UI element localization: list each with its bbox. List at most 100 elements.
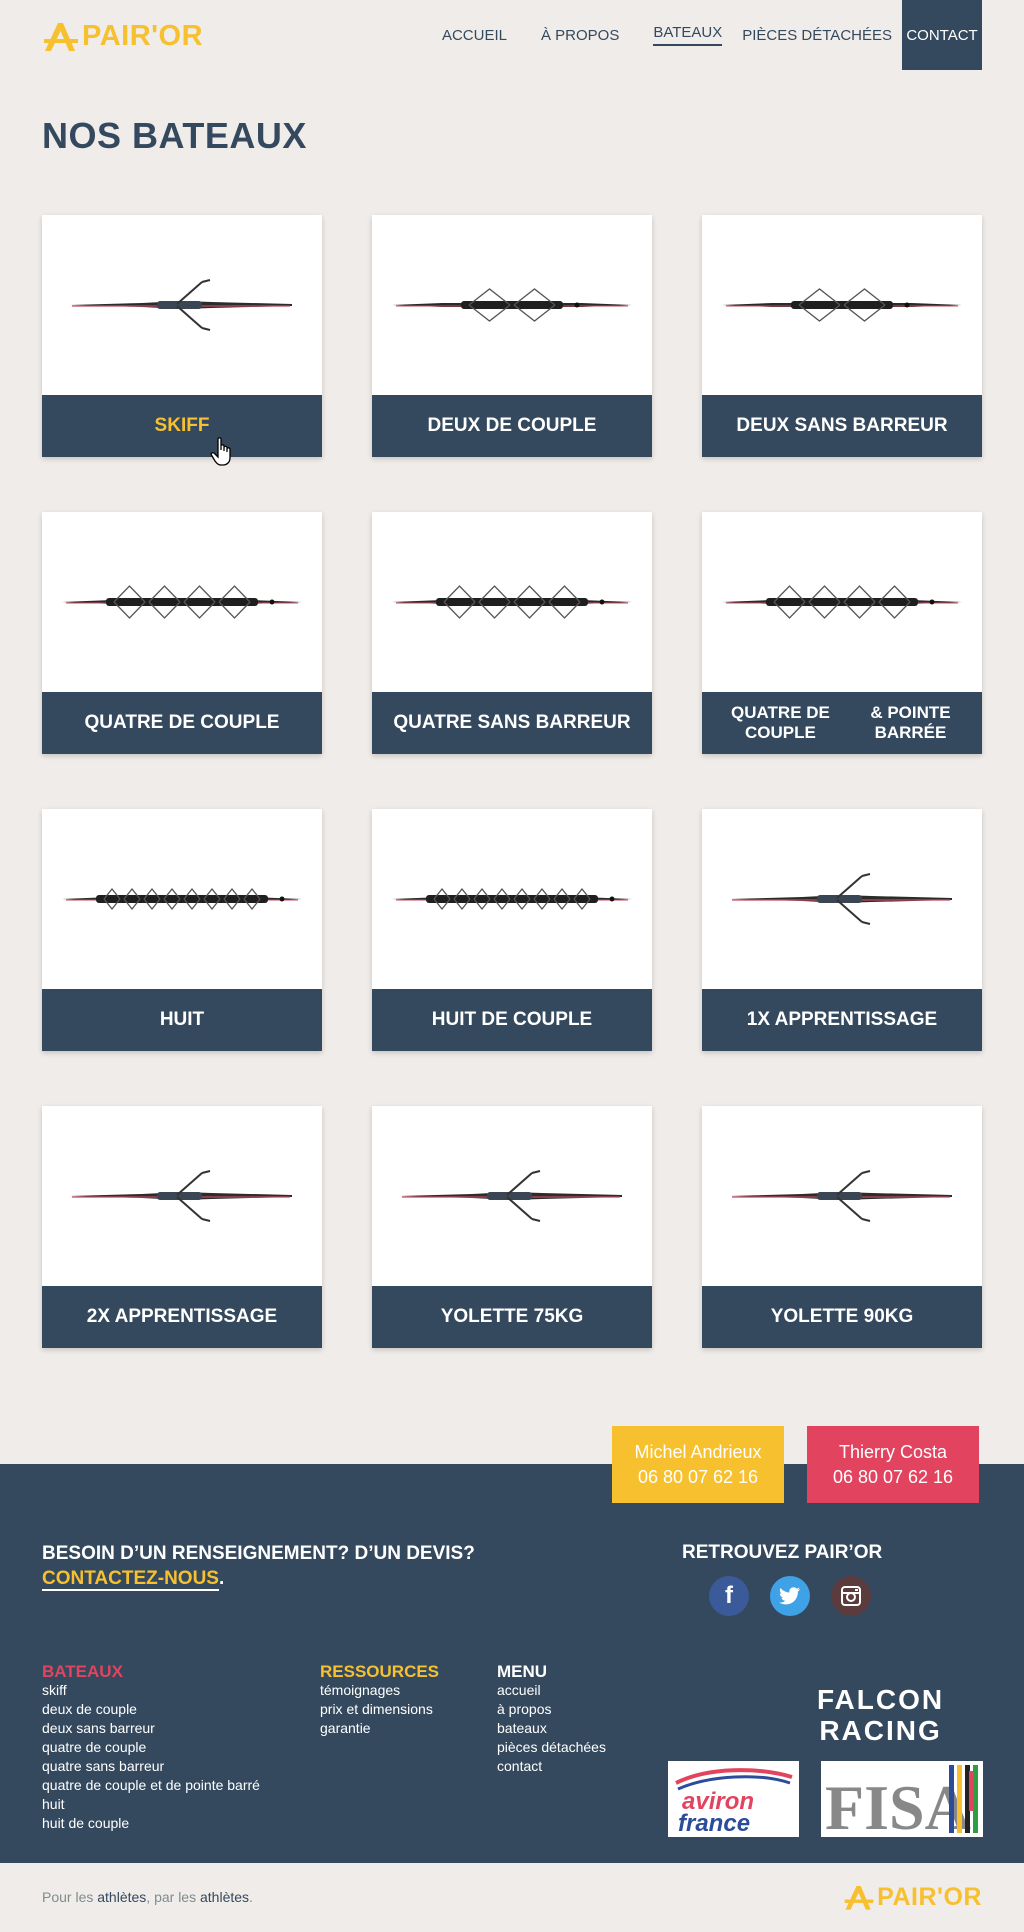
contact-name: Michel Andrieux — [634, 1442, 762, 1463]
twitter-icon[interactable] — [770, 1576, 810, 1616]
boat-image — [372, 512, 652, 692]
footer-link[interactable]: deux de couple — [42, 1700, 260, 1719]
nav-contact[interactable]: CONTACT — [902, 0, 982, 70]
boat-image — [372, 809, 652, 989]
boat-card-quatre-de-couple[interactable]: QUATRE DE COUPLE — [42, 512, 322, 754]
main-nav: ACCUEIL À PROPOS BATEAUX PIÈCES DÉTACHÉE… — [432, 0, 982, 70]
boat-image — [702, 809, 982, 989]
fisa-text: FISA — [825, 1772, 971, 1837]
rowing-boat-icon — [722, 288, 962, 322]
footer-link[interactable]: prix et dimensions — [320, 1700, 439, 1719]
boat-label: HUIT DE COUPLE — [372, 989, 652, 1051]
social-links: f — [709, 1576, 871, 1616]
footer-logo[interactable]: PAIR'OR — [843, 1881, 982, 1913]
footer-link[interactable]: huit — [42, 1795, 260, 1814]
boat-card-huit[interactable]: HUIT — [42, 809, 322, 1051]
page-title: NOS BATEAUX — [42, 115, 307, 156]
hand-cursor-icon — [210, 437, 231, 466]
boat-label: 1X APPRENTISSAGE — [702, 989, 982, 1051]
footer-link[interactable]: à propos — [497, 1700, 606, 1719]
boat-image — [702, 1106, 982, 1286]
footer-col-heading: MENU — [497, 1662, 548, 1681]
footer-link[interactable]: pièces détachées — [497, 1738, 606, 1757]
logo-text: PAIR'OR — [877, 1882, 982, 1911]
rowing-boat-icon — [392, 288, 632, 322]
boat-label: QUATRE DE COUPLE — [42, 692, 322, 754]
boat-label: DEUX SANS BARREUR — [702, 395, 982, 457]
contact-phone[interactable]: 06 80 07 62 16 — [612, 1465, 784, 1489]
rowing-boat-icon — [70, 279, 292, 331]
footer-link[interactable]: huit de couple — [42, 1814, 260, 1833]
boat-card-skiff[interactable]: SKIFF — [42, 215, 322, 466]
logo-text: PAIR'OR — [82, 19, 204, 52]
footer-col-heading: RESSOURCES — [320, 1662, 440, 1681]
footer-link[interactable]: quatre de couple — [42, 1738, 260, 1757]
tagline-emph: athlètes — [97, 1889, 147, 1905]
footer-link[interactable]: témoignages — [320, 1681, 439, 1700]
tagline-emph: athlètes — [200, 1889, 250, 1905]
boat-label: 2X APPRENTISSAGE — [42, 1286, 322, 1348]
footer-link[interactable]: contact — [497, 1757, 606, 1776]
footer-link[interactable]: bateaux — [497, 1719, 606, 1738]
boats-grid: SKIFF DEUX DE COUPLE DEUX SANS BARREUR Q… — [42, 215, 982, 1348]
boat-card-yolette-75kg[interactable]: YOLETTE 75KG — [372, 1106, 652, 1348]
boat-label-line2: & POINTE BARRÉE — [870, 703, 951, 742]
footer-link[interactable]: deux sans barreur — [42, 1719, 260, 1738]
aviron-france-logo: aviron france — [668, 1761, 799, 1837]
boat-image — [702, 512, 982, 692]
nav-pieces-label: PIÈCES DÉTACHÉES — [742, 26, 892, 44]
nav-contact-label: CONTACT — [906, 26, 978, 44]
boat-image — [42, 1106, 322, 1286]
falcon-line1: FALCON — [817, 1684, 945, 1715]
boat-card-1x-apprentissage[interactable]: 1X APPRENTISSAGE — [702, 809, 982, 1051]
footer-link[interactable]: skiff — [42, 1681, 260, 1700]
contact-box-michel[interactable]: Michel Andrieux 06 80 07 62 16 — [612, 1426, 784, 1503]
tagline-part: , par les — [146, 1889, 200, 1905]
boat-card-deux-sans-barreur[interactable]: DEUX SANS BARREUR — [702, 215, 982, 457]
boat-label-line1: QUATRE DE COUPLE — [731, 703, 830, 742]
tagline: Pour les athlètes, par les athlètes. — [42, 1889, 253, 1905]
nav-bateaux-label: BATEAUX — [653, 24, 723, 46]
nav-accueil[interactable]: ACCUEIL — [432, 0, 517, 70]
facebook-icon[interactable]: f — [709, 1576, 749, 1616]
contact-box-thierry[interactable]: Thierry Costa 06 80 07 62 16 — [807, 1426, 979, 1503]
site-footer: BESOIN D’UN RENSEIGNEMENT? D’UN DEVIS? C… — [0, 1464, 1024, 1863]
contact-phone[interactable]: 06 80 07 62 16 — [807, 1465, 979, 1489]
boat-image — [42, 512, 322, 692]
boat-image — [702, 215, 982, 395]
boat-card-yolette-90kg[interactable]: YOLETTE 90KG — [702, 1106, 982, 1348]
nav-apropos[interactable]: À PROPOS — [531, 0, 629, 70]
boat-card-quatre-de-couple-pointe-barree[interactable]: QUATRE DE COUPLE & POINTE BARRÉE — [702, 512, 982, 754]
contact-name: Thierry Costa — [838, 1442, 948, 1463]
nav-pieces[interactable]: PIÈCES DÉTACHÉES — [732, 0, 902, 70]
boat-label: HUIT — [42, 989, 322, 1051]
footer-link[interactable]: quatre de couple et de pointe barré — [42, 1776, 260, 1795]
site-logo[interactable]: PAIR'OR — [42, 17, 203, 55]
follow-heading: RETROUVEZ PAIR’OR — [682, 1542, 883, 1563]
rowing-boat-icon — [70, 1170, 292, 1222]
nav-bateaux[interactable]: BATEAUX — [643, 0, 732, 70]
rowing-boat-icon — [62, 585, 302, 619]
boat-card-huit-de-couple[interactable]: HUIT DE COUPLE — [372, 809, 652, 1051]
boat-label: SKIFF — [42, 395, 322, 457]
footer-link[interactable]: accueil — [497, 1681, 606, 1700]
boat-card-quatre-sans-barreur[interactable]: QUATRE SANS BARREUR — [372, 512, 652, 754]
rowing-boat-icon — [62, 887, 302, 911]
boat-label: QUATRE DE COUPLE & POINTE BARRÉE — [702, 692, 982, 754]
cta-period: . — [218, 1567, 225, 1589]
boat-card-2x-apprentissage[interactable]: 2X APPRENTISSAGE — [42, 1106, 322, 1348]
footer-link[interactable]: garantie — [320, 1719, 439, 1738]
falcon-line2: RACING — [819, 1715, 942, 1746]
footer-col-ressources: RESSOURCES témoignages prix et dimension… — [320, 1662, 439, 1738]
footer-link[interactable]: quatre sans barreur — [42, 1757, 260, 1776]
contact-us-link[interactable]: CONTACTEZ-NOUS — [42, 1567, 219, 1591]
boat-card-deux-de-couple[interactable]: DEUX DE COUPLE — [372, 215, 652, 457]
site-header: PAIR'OR ACCUEIL À PROPOS BATEAUX PIÈCES … — [0, 0, 1024, 70]
footer-col-bateaux: BATEAUX skiff deux de couple deux sans b… — [42, 1662, 260, 1833]
instagram-icon[interactable] — [831, 1576, 871, 1616]
rowing-boat-icon — [722, 585, 962, 619]
footer-question: BESOIN D’UN RENSEIGNEMENT? D’UN DEVIS? C… — [42, 1542, 475, 1591]
logo-a-icon — [44, 23, 78, 51]
falcon-racing-logo: FALCON RACING — [817, 1684, 944, 1746]
footer-col-menu: MENU accueil à propos bateaux pièces dét… — [497, 1662, 606, 1776]
